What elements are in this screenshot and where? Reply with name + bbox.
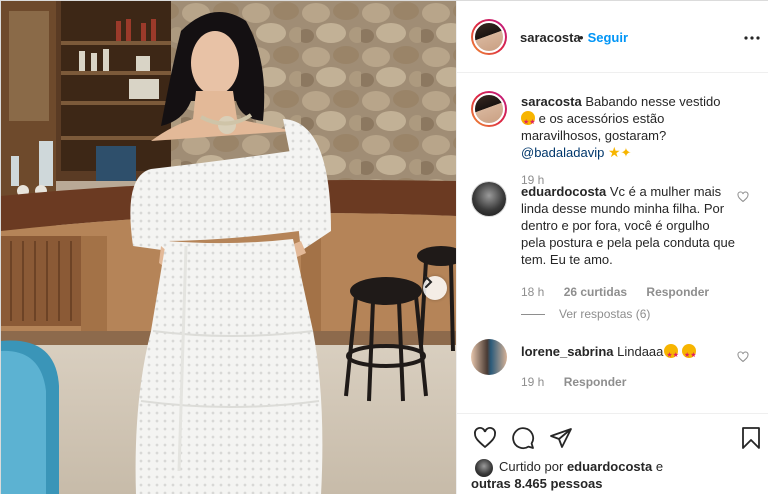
comment-username[interactable]: lorene_sabrina (521, 344, 614, 359)
view-replies-button[interactable]: Ver respostas (6) (521, 307, 650, 321)
heart-icon[interactable] (737, 351, 749, 363)
comment-body: Lindaaa (617, 344, 664, 359)
sparkles-emoji: ✦ (620, 145, 632, 160)
chevron-right-icon (425, 276, 433, 288)
action-bar (457, 413, 768, 461)
comment-text: eduardocosta Vc é a mulher mais linda de… (521, 183, 736, 268)
divider-line (521, 313, 545, 315)
view-replies-label: Ver respostas (6) (559, 307, 651, 321)
comment-likes[interactable]: 26 curtidas (564, 285, 627, 299)
heart-icon[interactable] (737, 191, 749, 203)
liked-by-conj: e (655, 459, 664, 474)
send-icon[interactable] (549, 426, 573, 450)
separator-dot: • (579, 30, 584, 45)
carousel-next-button[interactable] (423, 276, 447, 300)
comment-body-mid: e os acessórios estão maravilhosos, gost… (521, 111, 667, 143)
comment-username[interactable]: saracosta (521, 94, 582, 109)
avatar[interactable] (471, 19, 507, 55)
post-header: saracosta • Seguir (457, 1, 768, 73)
heart-icon[interactable] (473, 426, 497, 450)
liked-by-user[interactable]: eduardocosta (567, 459, 652, 474)
liked-by-others: outras 8.465 pessoas (471, 476, 603, 491)
comment-meta: 19 h Responder (521, 375, 642, 389)
author-username[interactable]: saracosta (520, 30, 581, 45)
liked-by-line: Curtido por eduardocosta e (499, 459, 663, 474)
comment-text: lorene_sabrina Lindaaa ★★ ★★ (521, 343, 736, 360)
follow-label: Seguir (587, 30, 629, 45)
comment-item: lorene_sabrina Lindaaa ★★ ★★ 19 h Respond… (457, 339, 768, 399)
comment-time[interactable]: 18 h (521, 285, 544, 299)
post-photo[interactable] (1, 1, 456, 494)
avatar[interactable] (471, 181, 507, 217)
mention-link[interactable]: @badaladavip (521, 145, 604, 160)
comment-text: saracosta Babando nesse vestido ★★ e os … (521, 93, 736, 161)
bookmark-icon[interactable] (741, 426, 761, 450)
comment-meta: 18 h 26 curtidas Responder (521, 285, 725, 299)
comment-body: Babando nesse vestido (585, 94, 721, 109)
liked-by: Curtido por eduardocosta e outras 8.465 … (457, 456, 768, 494)
follow-button[interactable]: • Seguir (579, 30, 628, 45)
more-horizontal-icon (744, 36, 760, 40)
instagram-post: saracosta • Seguir saracosta Babando ness… (0, 0, 768, 494)
comments-list: saracosta Babando nesse vestido ★★ e os … (457, 73, 768, 413)
avatar[interactable] (475, 459, 493, 477)
reply-button[interactable]: Responder (564, 375, 627, 389)
comment-icon[interactable] (511, 426, 535, 450)
photo-illustration (1, 1, 456, 494)
star-struck-emoji: ★★ (664, 344, 679, 359)
star-emoji: ★ (607, 144, 621, 160)
liked-by-prefix: Curtido por (499, 459, 564, 474)
comment-item: eduardocosta Vc é a mulher mais linda de… (457, 181, 768, 331)
post-sidebar: saracosta • Seguir saracosta Babando ness… (456, 1, 768, 494)
avatar[interactable] (471, 339, 507, 375)
comment-time[interactable]: 19 h (521, 375, 544, 389)
comment-username[interactable]: eduardocosta (521, 184, 606, 199)
liked-by-others-count[interactable]: outras 8.465 pessoas (471, 476, 603, 491)
avatar[interactable] (471, 91, 507, 127)
reply-button[interactable]: Responder (646, 285, 709, 299)
more-options-button[interactable] (744, 27, 760, 45)
star-struck-emoji: ★★ (682, 344, 697, 359)
star-struck-emoji: ★★ (521, 111, 536, 126)
